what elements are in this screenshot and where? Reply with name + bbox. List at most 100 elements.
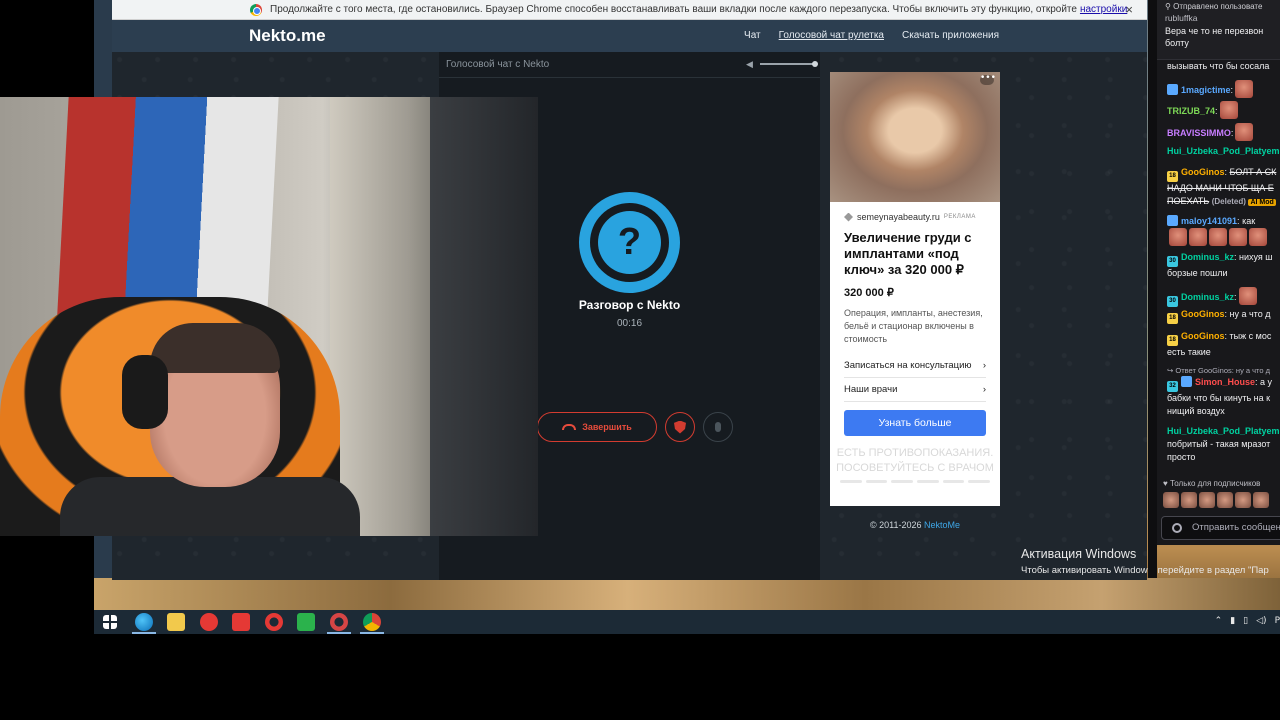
sub-badge-icon: 18 <box>1167 335 1178 346</box>
sub-badge-icon: 18 <box>1167 313 1178 324</box>
ad-more-icon[interactable]: ••• <box>980 74 996 85</box>
emote-icon <box>1181 492 1197 508</box>
webcam-overlay <box>0 97 538 536</box>
sub-badge-icon: 30 <box>1167 296 1178 307</box>
voice-chat-title: Голосовой чат с Nekto <box>446 59 550 70</box>
ad-carousel-indicator <box>830 476 1000 483</box>
copyright: © 2011-2026 NektoMe <box>869 520 961 530</box>
yandex-browser-icon[interactable] <box>232 613 250 631</box>
infobar-text: Продолжайте с того места, где остановили… <box>270 4 1077 15</box>
battery-icon[interactable]: ▯ <box>1243 616 1248 626</box>
phone-hangup-icon <box>562 424 577 430</box>
yandex-icon[interactable] <box>200 613 218 631</box>
ad-cta-button[interactable]: Узнать больше <box>844 410 986 436</box>
shield-icon <box>674 420 686 434</box>
pin-icon: ⚲ Отправлено пользовате <box>1165 2 1263 11</box>
recorder-icon[interactable] <box>330 613 348 631</box>
emote-icon <box>1235 492 1251 508</box>
opera-icon[interactable] <box>265 613 283 631</box>
emote-icon <box>1253 492 1269 508</box>
copyright-link[interactable]: NektoMe <box>924 520 960 530</box>
ad-source-icon <box>844 212 853 222</box>
volume-control[interactable]: ◀ <box>746 59 818 69</box>
end-call-label: Завершить <box>582 422 632 432</box>
volume-slider[interactable] <box>760 61 818 67</box>
chat-message: 32 Simon_House: а у бабки что бы кинуть н… <box>1167 376 1273 416</box>
question-mark-icon: ? <box>598 211 661 274</box>
ad-source: semeynayabeauty.ru РЕКЛАМА <box>830 202 1000 222</box>
ad-banner[interactable]: ••• semeynayabeauty.ru РЕКЛАМА Увеличени… <box>830 72 1000 506</box>
emote-icon <box>1235 80 1254 98</box>
end-call-button[interactable]: Завершить <box>537 412 657 442</box>
chat-input[interactable]: Отправить сообщение <box>1161 516 1280 540</box>
speaker-tray-icon[interactable]: ◁) <box>1256 616 1266 626</box>
chat-message: 18 GooGinos: ну а что д <box>1167 308 1280 324</box>
network-icon[interactable]: ▮ <box>1230 616 1235 626</box>
ad-tag: РЕКЛАМА <box>943 214 976 220</box>
chrome-icon <box>250 3 262 16</box>
language-indicator[interactable]: Р <box>1275 616 1280 626</box>
file-explorer-icon[interactable] <box>167 613 185 631</box>
emote-picker-row[interactable] <box>1163 492 1269 508</box>
desktop-screen: Продолжайте с того места, где остановили… <box>0 0 1280 720</box>
ad-title[interactable]: Увеличение груди с имплантами «под ключ»… <box>830 222 1000 278</box>
chat-message: 30 Dominus_kz: нихуя ш борзые пошли <box>1167 252 1273 278</box>
windows-start-icon[interactable] <box>103 615 117 629</box>
badge-icon <box>1167 84 1178 95</box>
report-button[interactable] <box>665 412 695 442</box>
emote-icon <box>1238 287 1257 305</box>
partner-avatar: ? <box>579 192 680 293</box>
shield-mod-icon[interactable] <box>1172 523 1182 533</box>
chat-message: maloy141091: как <box>1167 215 1280 246</box>
nav-item-download-apps[interactable]: Скачать приложения <box>902 30 999 41</box>
ad-photo[interactable]: ••• <box>830 72 1000 202</box>
chat-message: вызывать что бы сосала <box>1167 61 1270 71</box>
mute-button[interactable] <box>703 412 733 442</box>
chat-message: Hui_Uzbeka_Pod_Platyem <box>1167 146 1280 156</box>
chevron-up-icon[interactable]: ⌃ <box>1215 616 1223 626</box>
edge-icon[interactable] <box>135 613 153 631</box>
app-icon[interactable] <box>297 613 315 631</box>
voice-chat-header: Голосовой чат с Nekto ◀ <box>439 52 820 78</box>
badge-icon <box>1181 376 1192 387</box>
infobar-settings-link[interactable]: настройки <box>1080 4 1127 15</box>
ad-link-consultation[interactable]: Записаться на консультацию › <box>844 354 986 378</box>
stream-chat: ⚲ Отправлено пользовате rubluffka Вера ч… <box>1157 0 1280 545</box>
chat-message: TRIZUB_74: <box>1167 101 1280 119</box>
microphone-icon <box>715 422 721 432</box>
speaker-icon[interactable]: ◀ <box>746 59 756 69</box>
emote-icon <box>1235 123 1254 141</box>
chat-message: Hui_Uzbeka_Pod_Platyem побритый - такая … <box>1167 426 1280 462</box>
sub-badge-icon: 30 <box>1167 256 1178 267</box>
nav-item-chat[interactable]: Чат <box>744 30 761 41</box>
chat-message: BRAVISSIMMO: <box>1167 123 1280 141</box>
ad-price: 320 000 ₽ <box>844 287 894 299</box>
site-logo[interactable]: Nekto.me <box>249 26 326 46</box>
ad-link-doctors[interactable]: Наши врачи › <box>844 378 986 402</box>
system-tray: ⌃ ▮ ▯ ◁) Р <box>1215 616 1280 626</box>
windows-taskbar: ⌃ ▮ ▯ ◁) Р <box>94 610 1280 634</box>
emote-icon <box>1199 492 1215 508</box>
badge-icon <box>1167 215 1178 226</box>
ad-source-domain[interactable]: semeynayabeauty.ru <box>857 212 940 222</box>
nav-item-voice-roulette[interactable]: Голосовой чат рулетка <box>779 30 884 41</box>
chrome-taskbar-icon[interactable] <box>363 613 381 631</box>
desktop-wallpaper-strip <box>94 578 1280 610</box>
infobar-close-icon[interactable]: × <box>1125 2 1133 17</box>
chat-message: 18 GooGinos: тыж с мос есть такие <box>1167 331 1272 357</box>
sub-badge-icon: 18 <box>1167 171 1178 182</box>
site-nav: Чат Голосовой чат рулетка Скачать прилож… <box>744 30 999 41</box>
chat-message: 30 Dominus_kz: <box>1167 287 1280 307</box>
emote-icon <box>1163 492 1179 508</box>
emote-icon <box>1217 492 1233 508</box>
pinned-message[interactable]: ⚲ Отправлено пользовате rubluffka Вера ч… <box>1157 0 1280 60</box>
pinned-user: rubluffka <box>1165 13 1198 23</box>
emote-icon <box>1219 101 1238 119</box>
sub-badge-icon: 32 <box>1167 381 1178 392</box>
windows-activation-watermark: Активация Windows Чтобы активировать Win… <box>1021 547 1269 576</box>
chat-message: 1magictime: <box>1167 80 1280 98</box>
chevron-right-icon: › <box>982 360 986 371</box>
ad-description: Операция, импланты, анестезия, бельё и с… <box>844 308 983 344</box>
chat-message: 18 GooGinos: БОЛТ А СК НАДО МАНИ ЧТОБ ЩА … <box>1167 167 1277 206</box>
headphones <box>122 355 168 429</box>
